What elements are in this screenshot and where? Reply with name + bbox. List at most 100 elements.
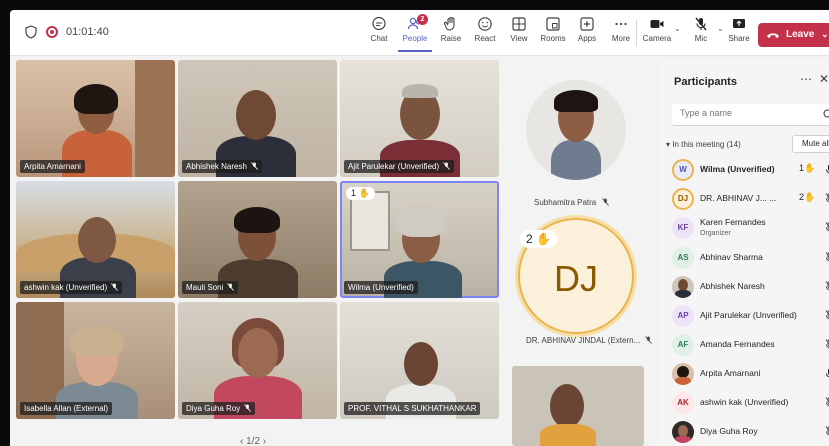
panel-title: Participants: [674, 76, 737, 88]
next-page-chevron-icon[interactable]: ›: [263, 436, 266, 446]
mic-muted-icon: [601, 198, 609, 206]
people-count-badge: 2: [417, 14, 428, 25]
previous-page-chevron-icon[interactable]: ‹: [240, 436, 243, 446]
participant-name: ashwin kak (Unverified): [700, 397, 789, 407]
mic-button[interactable]: Mic: [684, 14, 718, 52]
raise-hand-button[interactable]: Raise: [434, 14, 468, 52]
react-button[interactable]: React: [468, 14, 502, 52]
avatar-initials: DJ: [554, 258, 598, 299]
participant-name: Abhishek Naresh: [700, 281, 765, 291]
rooms-icon: [546, 17, 560, 31]
participant-row[interactable]: Abhishek Naresh: [672, 274, 829, 300]
mic-muted-icon: [244, 404, 252, 412]
participant-hair: [402, 84, 438, 98]
video-tile[interactable]: Ajit Parulekar (Unverified): [340, 60, 499, 177]
mic-muted-icon: [251, 162, 258, 170]
avatar: AP: [672, 305, 694, 327]
participant-face: [550, 384, 584, 428]
participant-row[interactable]: Arpita Amarnani: [672, 361, 829, 387]
raised-hand-indicator: 1✋: [799, 163, 816, 173]
page-indicator: 1/2: [246, 436, 261, 446]
camera-options-chevron-icon[interactable]: ⌄: [674, 24, 681, 33]
participant-name: Wilma (Unverified): [700, 164, 775, 174]
mic-muted-icon: [645, 336, 653, 344]
mic-muted-icon: [111, 283, 119, 291]
mic-on-icon: [826, 164, 829, 174]
participant-name-label: Subhamitra Patra: [534, 198, 609, 207]
video-tile[interactable]: [512, 366, 644, 446]
raised-hand-chip: 1 ✋: [346, 187, 375, 200]
tile-name-label: Isabella Allan (External): [20, 402, 113, 415]
tile-name-label: ashwin kak (Unverified): [20, 281, 123, 294]
avatar-photo: [672, 363, 694, 385]
mic-muted-icon: [825, 252, 829, 262]
smile-icon: [478, 17, 492, 31]
shield-icon[interactable]: [24, 25, 38, 39]
participant-face: [236, 90, 276, 140]
mute-all-button[interactable]: Mute all: [792, 135, 829, 153]
toolbar-divider: [636, 20, 637, 46]
rooms-button[interactable]: Rooms: [536, 14, 570, 52]
video-tile[interactable]: Diya Guha Roy: [178, 302, 337, 419]
tile-name-label: Mauli Soni: [182, 281, 239, 294]
participant-name: Karen Fernandes: [700, 217, 766, 227]
leave-options-chevron-icon[interactable]: ⌄: [821, 29, 829, 40]
participant-search[interactable]: [672, 104, 829, 126]
avatar-photo: [672, 276, 694, 298]
people-button[interactable]: 2 People: [398, 14, 432, 52]
participant-row[interactable]: Diya Guha Roy: [672, 419, 829, 445]
participant-name: Ajit Parulekar (Unverified): [700, 310, 797, 320]
participant-hair: [74, 84, 118, 114]
more-button[interactable]: More: [604, 14, 638, 52]
participant-hair: [396, 207, 446, 237]
video-tile-active-speaker[interactable]: 1 ✋ Wilma (Unverified): [340, 181, 499, 298]
participant-row[interactable]: AP Ajit Parulekar (Unverified): [672, 303, 829, 329]
window-background: [350, 191, 390, 251]
participant-face: [78, 217, 116, 263]
view-button[interactable]: View: [502, 14, 536, 52]
grid-pager[interactable]: ‹ 1/2 ›: [240, 436, 266, 446]
participant-row[interactable]: AK ashwin kak (Unverified): [672, 390, 829, 416]
close-icon[interactable]: ✕: [819, 72, 829, 86]
camera-button[interactable]: Camera: [640, 14, 674, 52]
tile-name-label: PROF. VITHAL S SUKHATHANKAR: [344, 402, 481, 415]
search-input[interactable]: [680, 108, 810, 118]
meeting-timer: 01:01:40: [66, 26, 109, 38]
meeting-section-header[interactable]: ▾ In this meeting (14): [666, 140, 741, 149]
participant-row[interactable]: KF Karen Fernandes Organizer: [672, 215, 829, 241]
avatar: AS: [672, 247, 694, 269]
participant-name: Amanda Fernandes: [700, 339, 775, 349]
share-button[interactable]: Share: [722, 14, 756, 52]
more-options-icon[interactable]: ⋯: [800, 72, 812, 86]
video-tile[interactable]: PROF. VITHAL S SUKHATHANKAR: [340, 302, 499, 419]
recording-icon: [46, 26, 58, 38]
video-tile[interactable]: Isabella Allan (External): [16, 302, 175, 419]
mic-muted-icon: [443, 162, 451, 170]
leave-button[interactable]: Leave ⌄: [758, 23, 829, 47]
participants-panel: Participants ⋯ ✕ ▾ In this meeting (14) …: [660, 60, 829, 446]
apps-button[interactable]: Apps: [570, 14, 604, 52]
video-tile[interactable]: Mauli Soni: [178, 181, 337, 298]
participant-row[interactable]: W Wilma (Unverified) 1✋: [672, 157, 829, 183]
participant-row[interactable]: AS Abhinav Sharma: [672, 245, 829, 271]
participant-hair: [234, 207, 280, 233]
meeting-toolbar: 01:01:40 Chat 2 People Raise React View …: [10, 10, 829, 56]
grid-view-icon: [512, 17, 526, 31]
participant-role: Organizer: [700, 230, 731, 237]
chat-button[interactable]: Chat: [362, 14, 396, 52]
avatar-photo: [672, 421, 694, 443]
participant-row[interactable]: AF Amanda Fernandes: [672, 332, 829, 358]
participant-row[interactable]: DJ DR. ABHINAV J... ... 2✋: [672, 186, 829, 212]
tile-name-label: Diya Guha Roy: [182, 402, 256, 415]
mic-muted-icon: [825, 339, 829, 349]
video-tile[interactable]: Abhishek Naresh: [178, 60, 337, 177]
participant-photo[interactable]: [526, 80, 626, 180]
mic-muted-icon: [227, 283, 235, 291]
raised-hand-indicator: 2✋: [799, 192, 816, 202]
participant-figure: [540, 424, 596, 446]
mic-muted-icon: [825, 310, 829, 320]
video-tile[interactable]: ashwin kak (Unverified): [16, 181, 175, 298]
tile-name-label: Ajit Parulekar (Unverified): [344, 160, 455, 173]
video-tile[interactable]: Arpita Amarnani: [16, 60, 175, 177]
plus-square-icon: [580, 17, 594, 31]
